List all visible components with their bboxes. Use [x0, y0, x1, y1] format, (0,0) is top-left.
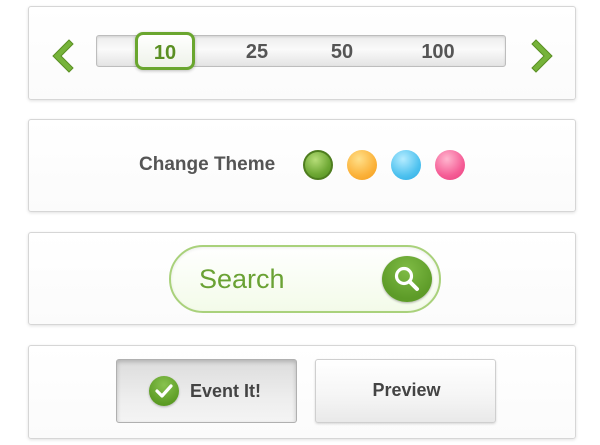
theme-swatch-blue[interactable] [391, 150, 421, 180]
preview-label: Preview [372, 380, 441, 400]
search-box [169, 245, 441, 313]
theme-swatch-orange[interactable] [347, 150, 377, 180]
page-size-option-10[interactable]: 10 [135, 32, 195, 70]
magnifier-icon [394, 266, 419, 291]
preview-button[interactable]: Preview [315, 359, 496, 423]
event-it-label: Event It! [190, 381, 262, 401]
page-size-option-25[interactable]: 25 [234, 38, 280, 66]
theme-swatch-pink[interactable] [435, 150, 465, 180]
chevron-right-icon[interactable] [530, 38, 560, 74]
theme-swatch-green[interactable] [303, 150, 333, 180]
theme-panel: Change Theme [28, 119, 576, 212]
page-size-option-100[interactable]: 100 [410, 38, 466, 66]
actions-panel: Event It! Preview [28, 345, 576, 439]
event-it-button[interactable]: Event It! [116, 359, 297, 423]
checkmark-icon [149, 376, 179, 406]
pager-panel: 10 25 50 100 [28, 6, 576, 100]
search-button[interactable] [382, 256, 432, 302]
change-theme-label: Change Theme [139, 154, 276, 175]
chevron-left-icon[interactable] [45, 38, 75, 74]
search-input[interactable] [199, 259, 369, 299]
search-panel [28, 232, 576, 325]
page-size-option-50[interactable]: 50 [319, 38, 365, 66]
